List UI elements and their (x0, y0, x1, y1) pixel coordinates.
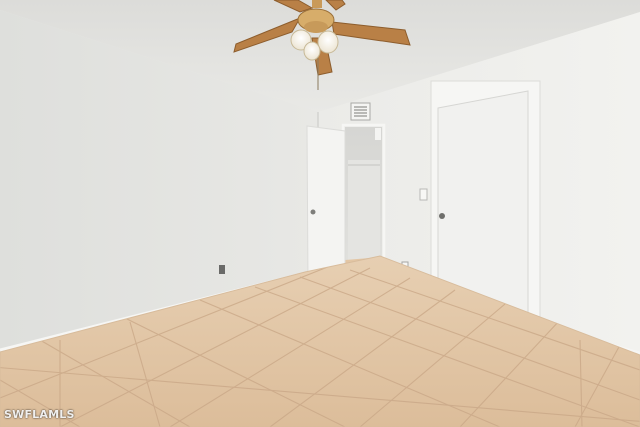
door-knob[interactable] (310, 209, 316, 215)
light-switch[interactable] (419, 188, 428, 201)
fan-light-bulb (317, 30, 339, 54)
wall-outlet-left (219, 265, 225, 274)
watermark: SWFLAMLS (4, 408, 75, 421)
closet-door-knob[interactable] (439, 213, 445, 219)
room-photo: SWFLAMLS (0, 0, 640, 427)
air-vent (350, 102, 371, 121)
room-image (0, 0, 640, 427)
fan-light-bulb (303, 41, 321, 61)
open-door[interactable] (306, 125, 346, 284)
